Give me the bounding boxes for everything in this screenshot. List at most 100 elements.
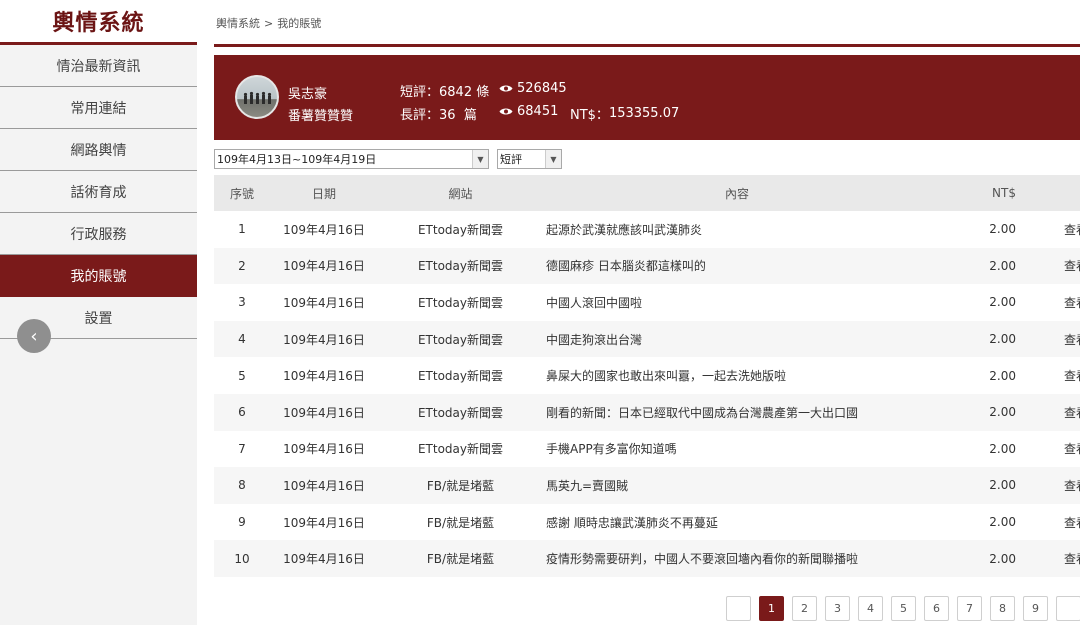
cell-idx: 3 <box>238 295 246 310</box>
cell-site: ETtoday新聞雲 <box>417 222 504 237</box>
eye-icon <box>499 108 513 115</box>
cell-content: 感謝 順時忠讓武漢肺炎不再蔓延 <box>546 515 718 530</box>
cell-date: 109年4月16日 <box>283 222 365 237</box>
user-name: 吳志豪 <box>288 87 328 102</box>
breadcrumb-separator: > <box>264 17 274 30</box>
page-button-9[interactable]: 9 <box>1023 596 1048 621</box>
avatar <box>235 75 279 119</box>
cell-date: 109年4月16日 <box>283 442 365 457</box>
view-link[interactable]: 查看連結 <box>1016 367 1080 384</box>
sidebar-item-online-opinion[interactable]: 網路輿情 <box>0 129 197 171</box>
cell-date: 109年4月16日 <box>283 332 365 347</box>
cell-nt: 2.00 <box>989 405 1016 420</box>
cell-content: 德國麻疹 日本腦炎都這樣叫的 <box>546 259 706 274</box>
view-link[interactable]: 查看連結 <box>1016 477 1080 494</box>
sidebar-item-common-links[interactable]: 常用連結 <box>0 87 197 129</box>
main-content: 輿情系統 > 我的賬號 吳志豪 番薯贊贊贊 短評： 6842 條 長評： 36 篇 <box>214 0 1080 625</box>
cell-idx: 4 <box>238 332 246 347</box>
user-nickname: 番薯贊贊贊 <box>288 109 354 124</box>
cell-nt: 2.00 <box>989 515 1016 530</box>
profile-banner: 吳志豪 番薯贊贊贊 短評： 6842 條 長評： 36 篇 526845 68451… <box>214 55 1080 140</box>
cell-nt: 2.00 <box>989 478 1016 493</box>
col-header-date: 日期 <box>311 186 336 201</box>
cell-nt: 2.00 <box>989 295 1016 310</box>
cell-nt: 2.00 <box>989 441 1016 456</box>
sidebar-item-intel-news[interactable]: 情治最新資訊 <box>0 45 197 87</box>
cell-site: ETtoday新聞雲 <box>417 259 504 274</box>
short-review-stat: 短評： 6842 條 <box>400 81 489 100</box>
table-row: 6 109年4月16日 ETtoday新聞雲 剛看的新聞：日本已經取代中國成為台… <box>214 393 1080 431</box>
page-button-5[interactable]: 5 <box>891 596 916 621</box>
cell-idx: 5 <box>238 368 246 383</box>
cell-idx: 10 <box>234 551 250 566</box>
page-button-4[interactable]: 4 <box>858 596 883 621</box>
sidebar-item-rhetoric-training[interactable]: 話術育成 <box>0 171 197 213</box>
earnings-label: NT$： <box>570 108 609 123</box>
table-row: 3 109年4月16日 ETtoday新聞雲 中國人滾回中國啦 2.00 查看連… <box>214 284 1080 321</box>
long-review-label: 長評： <box>400 108 440 123</box>
long-review-stat: 長評： 36 篇 <box>400 104 477 123</box>
table-row: 2 109年4月16日 ETtoday新聞雲 德國麻疹 日本腦炎都這樣叫的 2.… <box>214 247 1080 285</box>
col-header-idx: 序號 <box>229 186 254 201</box>
view-link[interactable]: 查看連結 <box>1016 514 1080 531</box>
sidebar-item-my-account[interactable]: 我的賬號 <box>0 255 197 297</box>
date-range-select[interactable]: 109年4月13日~109年4月19日 ▼ <box>214 149 489 169</box>
view-link[interactable]: 查看連結 <box>1016 294 1080 311</box>
page-button-7[interactable]: 7 <box>957 596 982 621</box>
view-link[interactable]: 查看連結 <box>1016 221 1080 238</box>
table-header: 序號 日期 網站 內容 NT$ 詳情 <box>214 175 1080 211</box>
next-page-button[interactable] <box>1056 596 1080 621</box>
table-row: 10 109年4月16日 FB/就是堵藍 疫情形勢需要研判，中國人不要滾回墻內看… <box>214 540 1080 577</box>
chevron-left-icon: ‹ <box>30 325 38 347</box>
col-header-content: 內容 <box>724 186 749 201</box>
date-range-value: 109年4月13日~109年4月19日 <box>217 153 377 166</box>
breadcrumb-current: 我的賬號 <box>277 17 322 30</box>
cell-date: 109年4月16日 <box>283 295 365 310</box>
table-row: 5 109年4月16日 ETtoday新聞雲 鼻屎大的國家也敢出來叫囂，一起去洗… <box>214 357 1080 394</box>
cell-site: FB/就是堵藍 <box>426 478 495 493</box>
cell-idx: 8 <box>238 478 246 493</box>
cell-content: 手機APP有多富你知道嗎 <box>546 442 677 457</box>
short-views-count: 526845 <box>517 81 567 96</box>
cell-site: FB/就是堵藍 <box>426 515 495 530</box>
cell-content: 中國走狗滾出台灣 <box>546 332 643 347</box>
table-row: 1 109年4月16日 ETtoday新聞雲 起源於武漢就應該叫武漢肺炎 2.0… <box>214 211 1080 248</box>
long-views-stat: 68451 <box>499 104 558 119</box>
earnings-stat: NT$： 153355.07 <box>570 104 679 123</box>
chevron-down-icon: ▼ <box>545 150 561 168</box>
cell-date: 109年4月16日 <box>283 259 365 274</box>
reviews-table: 序號 日期 網站 內容 NT$ 詳情 1 109年4月16日 ETtoday新聞… <box>214 175 1080 577</box>
sidebar-collapse-button[interactable]: ‹ <box>17 319 51 353</box>
view-link[interactable]: 查看連結 <box>1016 440 1080 457</box>
cell-site: ETtoday新聞雲 <box>417 332 504 347</box>
page-button-2[interactable]: 2 <box>792 596 817 621</box>
page-button-6[interactable]: 6 <box>924 596 949 621</box>
earnings-value: 153355.07 <box>608 106 680 121</box>
cell-date: 109年4月16日 <box>283 369 365 384</box>
review-type-select[interactable]: 短評 ▼ <box>497 149 562 169</box>
breadcrumb-root[interactable]: 輿情系統 <box>216 17 260 30</box>
short-review-count: 6842 條 <box>439 85 490 100</box>
page-button-3[interactable]: 3 <box>825 596 850 621</box>
prev-page-button[interactable] <box>726 596 751 621</box>
view-link[interactable]: 查看連結 <box>1016 257 1080 274</box>
view-link[interactable]: 查看連結 <box>1016 404 1080 421</box>
cell-content: 中國人滾回中國啦 <box>546 295 643 310</box>
header-divider <box>214 44 1080 47</box>
long-views-count: 68451 <box>517 104 559 119</box>
app-logo: 輿情系統 <box>0 0 197 45</box>
cell-idx: 9 <box>238 515 246 530</box>
cell-date: 109年4月16日 <box>283 515 365 530</box>
page-button-8[interactable]: 8 <box>990 596 1015 621</box>
view-link[interactable]: 查看連結 <box>1016 331 1080 348</box>
page-button-1[interactable]: 1 <box>759 596 784 621</box>
cell-idx: 2 <box>238 258 246 273</box>
pagination: 1 2 3 4 5 6 7 8 9 <box>726 596 1080 621</box>
cell-idx: 6 <box>238 405 246 420</box>
view-link[interactable]: 查看連結 <box>1016 550 1080 567</box>
short-views-stat: 526845 <box>499 81 567 96</box>
cell-content: 疫情形勢需要研判，中國人不要滾回墻內看你的新聞聯播啦 <box>546 552 859 567</box>
sidebar-item-admin-services[interactable]: 行政服務 <box>0 213 197 255</box>
cell-site: ETtoday新聞雲 <box>417 295 504 310</box>
table-row: 4 109年4月16日 ETtoday新聞雲 中國走狗滾出台灣 2.00 查看連… <box>214 320 1080 358</box>
